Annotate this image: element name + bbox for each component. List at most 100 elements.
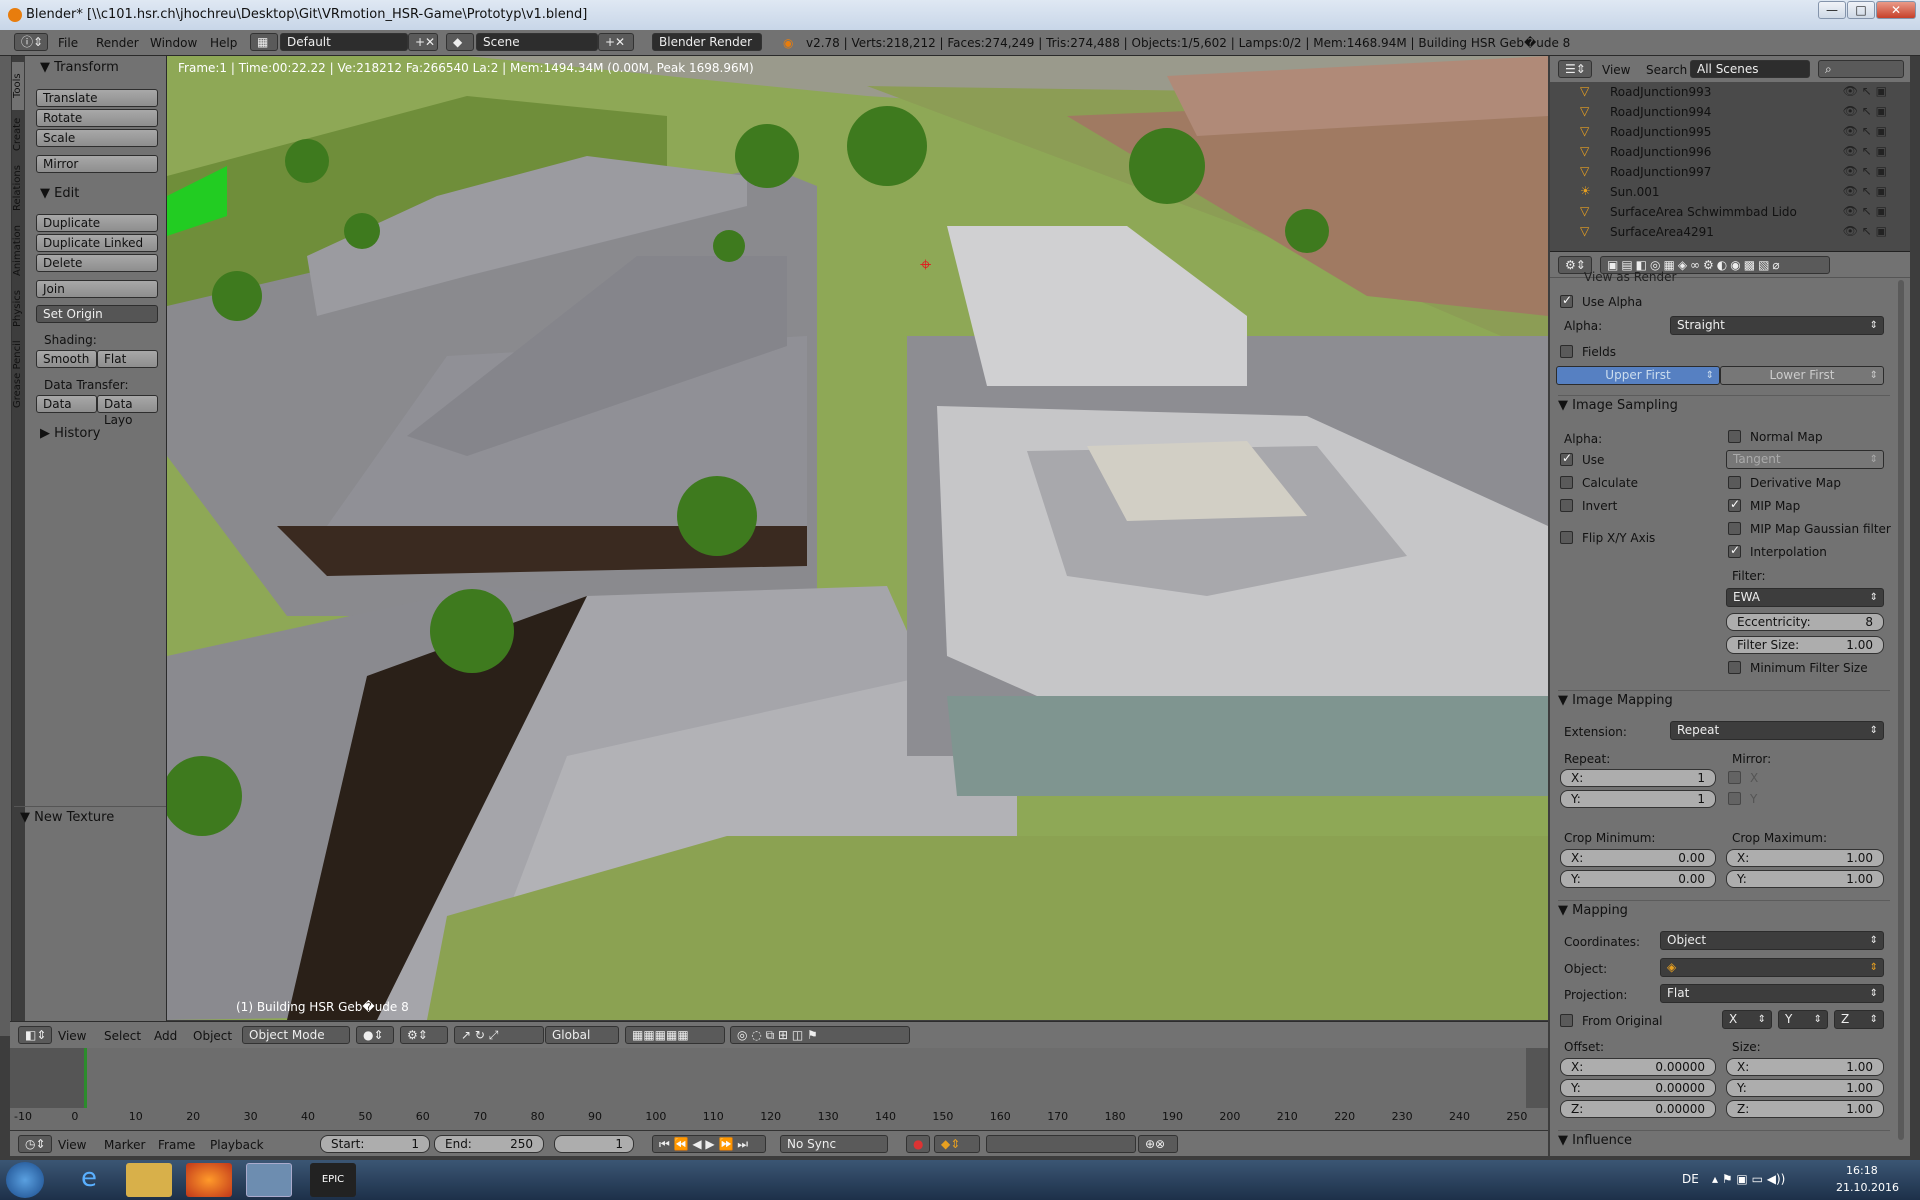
translate-button[interactable]: Translate	[36, 89, 158, 107]
record-icon[interactable]: ●	[906, 1135, 930, 1153]
scale-button[interactable]: Scale	[36, 129, 158, 147]
snap-render-icons[interactable]: ◎ ◌ ⧉ ⊞ ◫ ⚑	[730, 1026, 910, 1044]
duplicate-linked-button[interactable]: Duplicate Linked	[36, 234, 158, 252]
menu-window[interactable]: Window	[150, 36, 197, 50]
size-z-field[interactable]: Z: 1.00	[1726, 1100, 1884, 1118]
crop-min-y-field[interactable]: Y: 0.00	[1560, 870, 1716, 888]
image-sampling-header[interactable]: ▼ Image Sampling	[1558, 395, 1890, 413]
tangent-dropdown[interactable]: Tangent	[1726, 450, 1884, 469]
tab-grease-pencil[interactable]: Grease Pencil	[12, 334, 24, 414]
visibility-icons[interactable]: 👁 ↖ ▣	[1843, 204, 1887, 218]
use-checkbox[interactable]	[1560, 451, 1573, 466]
offset-x-field[interactable]: X: 0.00000	[1560, 1058, 1716, 1076]
scene-add-close-icon[interactable]: +✕	[598, 33, 634, 51]
normal-map-checkbox[interactable]	[1728, 430, 1741, 443]
screen-layout-field[interactable]: Default	[280, 33, 408, 51]
outliner-row[interactable]: ▽ RoadJunction996 👁 ↖ ▣	[1550, 142, 1895, 162]
visibility-icons[interactable]: 👁 ↖ ▣	[1843, 144, 1887, 158]
data-layout-button[interactable]: Data Layo	[97, 395, 158, 427]
outliner-row[interactable]: ▽ RoadJunction993 👁 ↖ ▣	[1550, 82, 1895, 102]
smooth-button[interactable]: Smooth	[36, 350, 97, 368]
language-indicator[interactable]: DE	[1682, 1172, 1699, 1186]
axis-x-dropdown[interactable]: X	[1722, 1010, 1772, 1029]
repeat-y-field[interactable]: Y: 1	[1560, 790, 1716, 808]
mirror-y-checkbox[interactable]	[1728, 792, 1741, 805]
duplicate-button[interactable]: Duplicate	[36, 214, 158, 232]
object-field[interactable]: ◈	[1660, 958, 1884, 977]
menu-add[interactable]: Add	[154, 1029, 177, 1043]
tab-create[interactable]: Create	[12, 110, 24, 158]
layers-grid-icon[interactable]: ▦▦▦▦▦	[625, 1026, 725, 1044]
outliner-row[interactable]: ☀ Sun.001 👁 ↖ ▣	[1550, 182, 1895, 202]
keying-set-field[interactable]	[986, 1135, 1136, 1153]
end-frame-field[interactable]: End: 250	[434, 1135, 544, 1153]
epic-games-icon[interactable]: EPIC	[310, 1163, 356, 1197]
menu-frame[interactable]: Frame	[158, 1138, 195, 1152]
tab-tools[interactable]: Tools	[12, 62, 24, 110]
use-alpha-checkbox[interactable]	[1560, 293, 1573, 308]
visibility-icons[interactable]: 👁 ↖ ▣	[1843, 84, 1887, 98]
crop-max-x-field[interactable]: X: 1.00	[1726, 849, 1884, 867]
outliner-menu-view[interactable]: View	[1602, 63, 1630, 77]
offset-z-field[interactable]: Z: 0.00000	[1560, 1100, 1716, 1118]
filter-size-field[interactable]: Filter Size: 1.00	[1726, 636, 1884, 654]
visibility-icons[interactable]: 👁 ↖ ▣	[1843, 104, 1887, 118]
orientation-dropdown[interactable]: Global	[545, 1026, 619, 1044]
sync-dropdown[interactable]: No Sync	[780, 1135, 888, 1153]
menu-select[interactable]: Select	[104, 1029, 141, 1043]
scene-field[interactable]: Scene	[476, 33, 598, 51]
rotate-button[interactable]: Rotate	[36, 109, 158, 127]
eccentricity-field[interactable]: Eccentricity: 8	[1726, 613, 1884, 631]
menu-object[interactable]: Object	[193, 1029, 232, 1043]
from-original-checkbox[interactable]	[1560, 1014, 1573, 1027]
blender-taskbar-icon[interactable]	[246, 1163, 292, 1197]
min-filter-size-checkbox[interactable]	[1728, 661, 1741, 674]
menu-marker[interactable]: Marker	[104, 1138, 145, 1152]
screen-add-close-icon[interactable]: +✕	[408, 33, 438, 51]
filter-dropdown[interactable]: EWA	[1726, 588, 1884, 607]
start-button-icon[interactable]	[6, 1162, 44, 1198]
lower-first-button[interactable]: Lower First	[1720, 366, 1884, 385]
crop-min-x-field[interactable]: X: 0.00	[1560, 849, 1716, 867]
repeat-x-field[interactable]: X: 1	[1560, 769, 1716, 787]
outliner-row[interactable]: ▽ RoadJunction997 👁 ↖ ▣	[1550, 162, 1895, 182]
history-panel-header[interactable]: ▶ History	[40, 426, 100, 441]
tab-animation[interactable]: Animation	[12, 218, 24, 284]
axis-z-dropdown[interactable]: Z	[1834, 1010, 1884, 1029]
outliner-row[interactable]: ▽ RoadJunction994 👁 ↖ ▣	[1550, 102, 1895, 122]
close-button[interactable]: ✕	[1876, 1, 1916, 19]
data-button[interactable]: Data	[36, 395, 97, 413]
keying-icon[interactable]: ◆⇕	[934, 1135, 980, 1153]
coordinates-dropdown[interactable]: Object	[1660, 931, 1884, 950]
viewport-shading-icon[interactable]: ●⇕	[356, 1026, 394, 1044]
projection-dropdown[interactable]: Flat	[1660, 984, 1884, 1003]
render-engine-dropdown[interactable]: Blender Render	[652, 33, 762, 51]
derivative-map-checkbox[interactable]	[1728, 476, 1741, 489]
pivot-icon[interactable]: ⚙⇕	[400, 1026, 448, 1044]
maximize-button[interactable]: □	[1847, 1, 1875, 19]
interpolation-checkbox[interactable]	[1728, 543, 1741, 558]
mapping-header[interactable]: ▼ Mapping	[1558, 900, 1890, 918]
scene-icon[interactable]: ◆	[446, 33, 474, 51]
image-mapping-header[interactable]: ▼ Image Mapping	[1558, 690, 1890, 708]
playback-controls[interactable]: ⏮ ⏪ ◀ ▶ ⏩ ⏭	[652, 1135, 766, 1153]
properties-scrollbar[interactable]	[1898, 280, 1904, 1140]
size-y-field[interactable]: Y: 1.00	[1726, 1079, 1884, 1097]
menu-file[interactable]: File	[58, 36, 78, 50]
outliner-row[interactable]: ▽ SurfaceArea4291 👁 ↖ ▣	[1550, 222, 1895, 242]
flip-xy-checkbox[interactable]	[1560, 531, 1573, 544]
crop-max-y-field[interactable]: Y: 1.00	[1726, 870, 1884, 888]
invert-checkbox[interactable]	[1560, 499, 1573, 512]
set-origin-dropdown[interactable]: Set Origin	[36, 305, 158, 323]
manipulator-icons[interactable]: ↗ ↻ ⤢	[454, 1026, 544, 1044]
delete-button[interactable]: Delete	[36, 254, 158, 272]
visibility-icons[interactable]: 👁 ↖ ▣	[1843, 184, 1887, 198]
extension-dropdown[interactable]: Repeat	[1670, 721, 1884, 740]
menu-playback[interactable]: Playback	[210, 1138, 264, 1152]
editor-type-outliner-icon[interactable]: ☰⇕	[1558, 60, 1592, 78]
editor-type-timeline-icon[interactable]: ◷⇕	[18, 1135, 52, 1153]
3d-cursor-icon[interactable]: ⌖	[920, 252, 931, 276]
editor-type-info-icon[interactable]: ⓘ⇕	[14, 33, 48, 51]
editor-type-3d-icon[interactable]: ◧⇕	[18, 1026, 52, 1044]
firefox-icon[interactable]	[186, 1163, 232, 1197]
